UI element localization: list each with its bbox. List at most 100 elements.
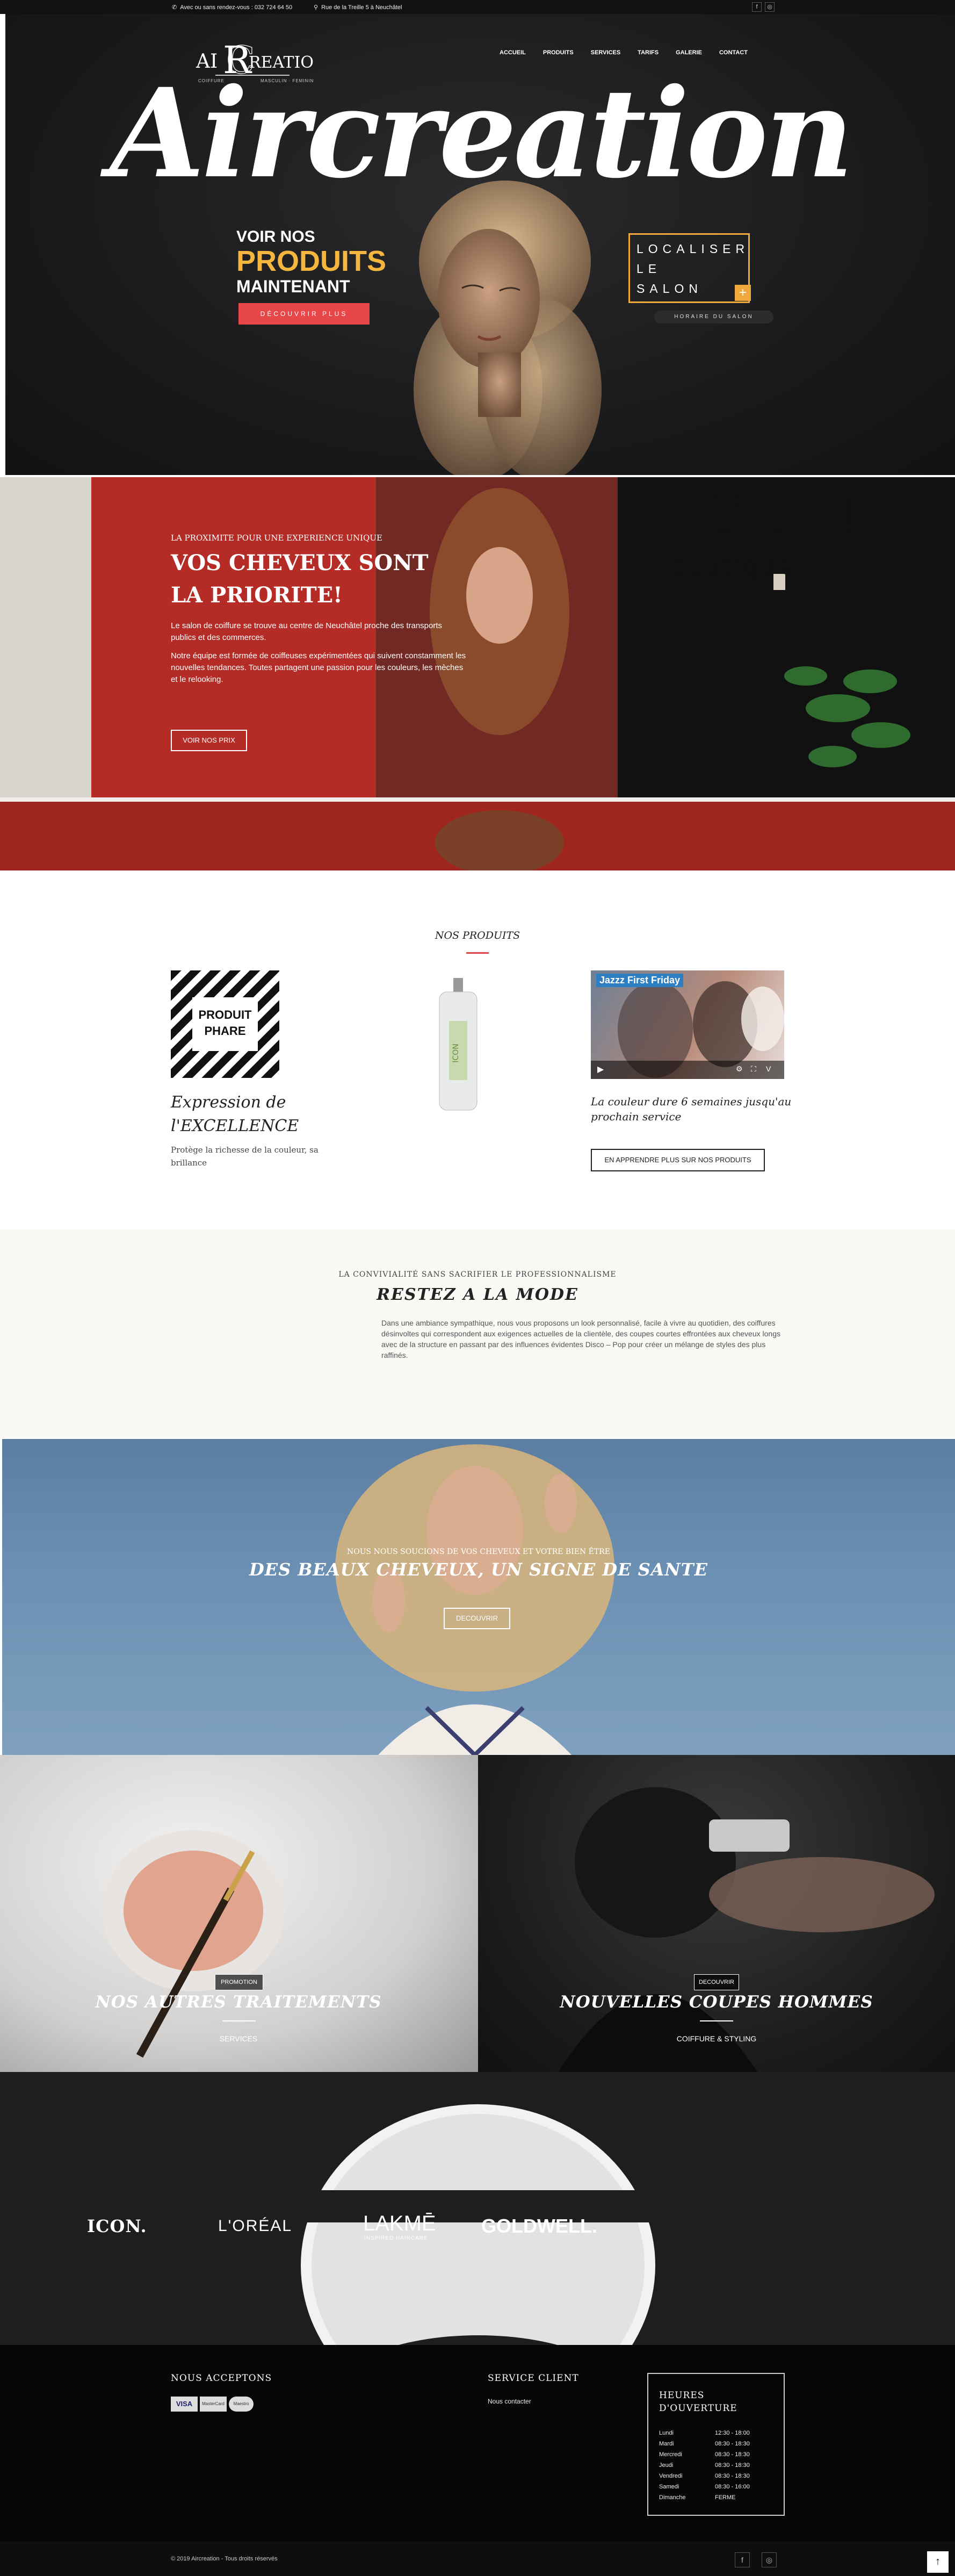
address-text: Rue de la Treille 5 à Neuchâtel: [321, 4, 402, 11]
facebook-icon[interactable]: f: [752, 2, 762, 12]
maestro-card-icon: Maestro: [229, 2397, 254, 2412]
healthy-hair-section: NOUS NOUS SOUCIONS DE VOS CHEVEUX ET VOT…: [2, 1439, 955, 1755]
proximity-title: VOS CHEVEUX SONT LA PRIORITE!: [171, 550, 429, 608]
copyright-text: © 2019 Aircreation - Tous droits réservé…: [171, 2556, 278, 2562]
payment-cards: VISA MasterCard Maestro: [171, 2397, 254, 2412]
play-icon[interactable]: ▶: [597, 1064, 604, 1075]
heading-divider: [466, 952, 489, 954]
nav-item-accueil[interactable]: ACCUEIL: [500, 49, 526, 56]
brand-loreal-logo[interactable]: L'ORÉAL: [218, 2217, 292, 2235]
locate-line2: LE: [636, 262, 662, 276]
featured-product-label: PRODUIT PHARE: [192, 997, 258, 1051]
brand-icon-logo[interactable]: ICON.: [87, 2216, 147, 2236]
model-portrait-image: [414, 181, 602, 475]
products-heading: NOS PRODUITS: [435, 930, 520, 941]
phone-text: Avec ou sans rendez-vous : 032 724 64 50: [180, 4, 293, 11]
contact-link[interactable]: Nous contacter: [488, 2398, 531, 2405]
boutique-sign-text: boutique: [671, 552, 795, 580]
visa-card-icon: VISA: [171, 2397, 198, 2412]
customer-service-heading: SERVICE CLIENT: [488, 2373, 579, 2384]
locate-line1: LOCALISER: [636, 242, 750, 256]
proximity-kicker: LA PROXIMITE POUR UNE EXPERIENCE UNIQUE: [171, 533, 382, 543]
icon-sign-text: I.C.O.N.: [666, 484, 871, 544]
nav-item-galerie[interactable]: GALERIE: [676, 49, 702, 56]
featured-product-badge[interactable]: PRODUIT PHARE: [171, 970, 279, 1078]
learn-more-products-button[interactable]: EN APPRENDRE PLUS SUR NOS PRODUITS: [591, 1149, 765, 1171]
location-pin-icon: ⚲: [314, 4, 319, 11]
fullscreen-icon[interactable]: ⛶: [751, 1064, 756, 1074]
top-bar: ✆ Avec ou sans rendez-vous : 032 724 64 …: [0, 0, 955, 14]
services-label[interactable]: SERVICES: [0, 2034, 477, 2043]
promo-block: VOIR NOS PRODUITS MAINTENANT: [236, 228, 386, 297]
opening-hours-title: HEURES D'OUVERTURE: [659, 2390, 737, 2414]
mastercard-icon: MasterCard: [200, 2397, 227, 2412]
address-info[interactable]: ⚲ Rue de la Treille 5 à Neuchâtel: [314, 4, 402, 11]
proximity-paragraph-1: Le salon de coiffure se trouve au centre…: [171, 621, 443, 642]
mens-cuts-title: NOUVELLES COUPES HOMMES: [560, 1992, 873, 2012]
discover-more-button[interactable]: DÉCOUVRIR PLUS: [238, 303, 370, 325]
phone-icon: ✆: [172, 4, 177, 11]
mens-cuts-card[interactable]: DECOUVRIR NOUVELLES COUPES HOMMES COIFFU…: [478, 1755, 955, 2072]
vimeo-logo-icon[interactable]: V: [766, 1064, 771, 1073]
blonde-model-image: [335, 1444, 614, 1755]
phone-info[interactable]: ✆ Avec ou sans rendez-vous : 032 724 64 …: [172, 4, 292, 11]
brands-section: ICON. L'ORÉAL LAKMĒ INSPIRED HAIRCARE GO…: [0, 2072, 955, 2345]
nav-item-produits[interactable]: PRODUITS: [543, 49, 574, 56]
products-section: NOS PRODUITS PRODUIT PHARE ICON Jazzz Fi…: [0, 870, 955, 1229]
bald-head-image: [0, 2104, 955, 2345]
other-treatments-title: NOS AUTRES TRAITEMENTS: [95, 1992, 382, 2012]
locate-salon-box[interactable]: LOCALISER LE SALON: [628, 233, 750, 303]
video-title: Jazzz First Friday: [596, 974, 684, 987]
instagram-icon[interactable]: ◎: [765, 2, 775, 12]
proximity-paragraph-2: Notre équipe est formée de coiffeuses ex…: [171, 651, 466, 684]
fashion-paragraph: Dans une ambiance sympathique, nous vous…: [381, 1319, 780, 1359]
salon-hours-button[interactable]: HORAIRE DU SALON: [654, 311, 773, 323]
main-nav: ACCUEIL PRODUITS SERVICES TARIFS GALERIE…: [500, 49, 748, 56]
other-treatments-card[interactable]: PROMOTION NOS AUTRES TRAITEMENTS SERVICE…: [0, 1755, 478, 2072]
opening-hours-box: HEURES D'OUVERTURE Lundi 12:30 - 18:00 Ma…: [647, 2373, 785, 2516]
brand-goldwell-logo[interactable]: GOLDWELL.: [481, 2215, 597, 2237]
split-right-divider: [700, 2020, 733, 2021]
brand-lakme-logo[interactable]: LAKMĒ: [363, 2212, 436, 2236]
video-controls: ▶ ⚙ ⛶ V: [591, 1061, 784, 1079]
discover-button[interactable]: DECOUVRIR: [444, 1608, 510, 1629]
badge-line2: PHARE: [204, 1024, 246, 1038]
facebook-icon[interactable]: f: [735, 2552, 750, 2567]
product-title-1: Expression de l'EXCELLENCE: [171, 1093, 299, 1135]
promo-line3: MAINTENANT: [236, 276, 350, 296]
fashion-kicker: LA CONVIVIALITÉ SANS SACRIFIER LE PROFES…: [338, 1270, 617, 1279]
instagram-icon[interactable]: ◎: [762, 2552, 777, 2567]
product-desc-1: Protège la richesse de la couleur, sa br…: [171, 1145, 319, 1168]
split-left-divider: [222, 2020, 256, 2021]
footer: NOUS ACCEPTONS VISA MasterCard Maestro S…: [0, 2345, 955, 2542]
coiffure-styling-label[interactable]: COIFFURE & STYLING: [478, 2034, 955, 2043]
healthy-hair-kicker: NOUS NOUS SOUCIONS DE VOS CHEVEUX ET VOT…: [347, 1548, 610, 1556]
promo-line1: VOIR NOS: [236, 228, 315, 246]
see-prices-button[interactable]: VOIR NOS PRIX: [171, 730, 247, 751]
proximity-section: I.C.O.N. boutique LA PROXIMITE POUR UNE …: [0, 477, 955, 870]
fashion-section: LA CONVIVIALITÉ SANS SACRIFIER LE PROFES…: [0, 1229, 955, 1438]
scroll-to-top-icon[interactable]: ↑: [927, 2551, 949, 2573]
brand-lakme-tagline: INSPIRED HAIRCARE: [364, 2235, 428, 2241]
discover-badge[interactable]: DECOUVRIR: [694, 1974, 739, 1990]
makeup-powder-image: [102, 1830, 285, 2058]
plus-icon[interactable]: +: [735, 285, 751, 301]
promotion-badge[interactable]: PROMOTION: [215, 1974, 263, 1990]
fashion-title: RESTEZ A LA MODE: [377, 1285, 578, 1304]
bottom-bar: © 2019 Aircreation - Tous droits réservé…: [0, 2542, 955, 2576]
svg-text:ICON: ICON: [452, 1044, 460, 1062]
product-title-3: La couleur dure 6 semaines jusqu'au proc…: [591, 1095, 792, 1123]
settings-icon[interactable]: ⚙: [736, 1064, 743, 1074]
nav-item-tarifs[interactable]: TARIFS: [638, 49, 659, 56]
badge-line1: PRODUIT: [198, 1008, 252, 1021]
healthy-hair-title: DES BEAUX CHEVEUX, UN SIGNE DE SANTE: [249, 1559, 708, 1580]
payment-heading: NOUS ACCEPTONS: [171, 2373, 272, 2384]
product-bottle-image[interactable]: ICON: [434, 978, 482, 1112]
nav-item-services[interactable]: SERVICES: [591, 49, 620, 56]
nav-item-contact[interactable]: CONTACT: [719, 49, 748, 56]
hero-section: R C AI REATION COIFFURE MASCULIN · FEMIN…: [5, 14, 955, 475]
promo-line2: PRODUITS: [236, 245, 387, 277]
locate-line3: SALON: [636, 282, 703, 296]
barber-image: [559, 1787, 935, 2072]
product-video-player[interactable]: Jazzz First Friday ▶ ⚙ ⛶ V: [591, 970, 784, 1079]
